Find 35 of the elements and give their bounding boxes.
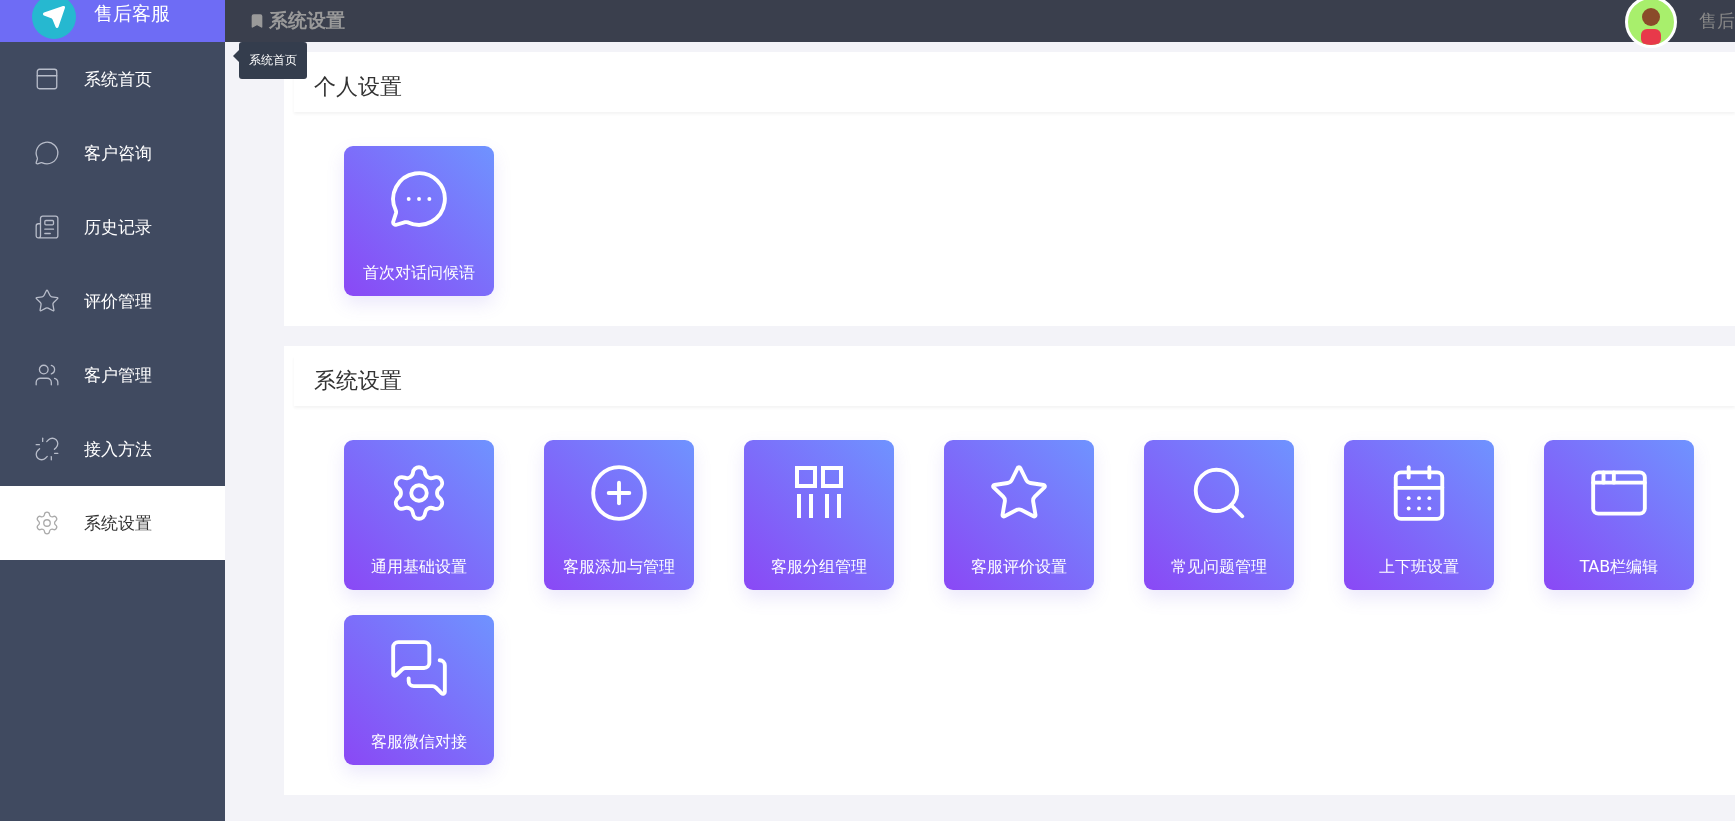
settings-tile[interactable]: 首次对话问候语 [344, 146, 494, 296]
settings-tile[interactable]: 常见问题管理 [1144, 440, 1294, 590]
page-title: 系统设置 [269, 8, 345, 33]
menu-icon [34, 214, 60, 240]
menu-icon [34, 140, 60, 166]
sidebar-item[interactable]: 客户咨询 [0, 116, 225, 190]
sidebar-item[interactable]: 历史记录 [0, 190, 225, 264]
user-name: 售后 [1699, 9, 1735, 33]
menu-icon [34, 436, 60, 462]
tooltip-pointer [233, 50, 239, 62]
settings-tile[interactable]: 客服评价设置 [944, 440, 1094, 590]
menu-icon [34, 510, 60, 536]
sidebar-item[interactable]: 评价管理 [0, 264, 225, 338]
brand-title: 售后客服 [94, 1, 170, 26]
settings-tile[interactable]: 通用基础设置 [344, 440, 494, 590]
menu-icon [34, 288, 60, 314]
paper-plane-icon [32, 0, 76, 39]
settings-tile[interactable]: 客服添加与管理 [544, 440, 694, 590]
settings-tile[interactable]: 客服微信对接 [344, 615, 494, 765]
settings-tile[interactable]: 客服分组管理 [744, 440, 894, 590]
avatar-icon[interactable] [1625, 0, 1677, 48]
sidebar-item[interactable]: 客户管理 [0, 338, 225, 412]
menu-icon [34, 66, 60, 92]
settings-tile[interactable]: TAB栏编辑 [1544, 440, 1694, 590]
chat-bubbles-icon [388, 168, 450, 230]
plus-circle-icon [588, 462, 650, 524]
sidebar-item[interactable]: 接入方法 [0, 412, 225, 486]
bookmark-icon [249, 13, 265, 29]
settings-tile[interactable]: 上下班设置 [1344, 440, 1494, 590]
sidebar-item[interactable]: 系统设置 [0, 486, 225, 560]
chat-icon [388, 637, 450, 699]
section-title: 系统设置 [294, 356, 1735, 406]
sidebar-item[interactable]: 系统首页 [0, 42, 225, 116]
tooltip: 系统首页 [239, 42, 307, 79]
menu-icon [34, 362, 60, 388]
